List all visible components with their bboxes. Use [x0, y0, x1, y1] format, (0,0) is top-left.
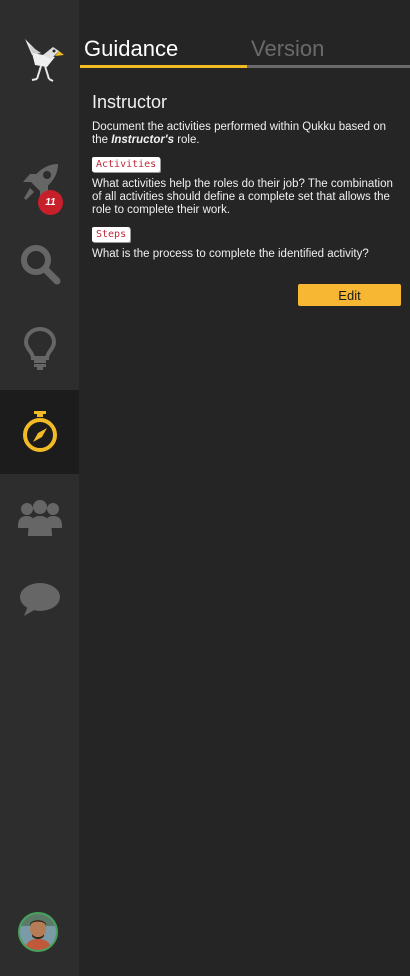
compass-icon [22, 411, 57, 452]
sidebar: 11 [0, 0, 79, 976]
users-icon [17, 500, 62, 536]
sidebar-item-chat[interactable] [0, 558, 79, 642]
tab-version[interactable]: Version [247, 34, 410, 68]
sidebar-item-guidance[interactable] [0, 390, 79, 474]
tab-bar: Guidance Version [80, 34, 410, 68]
user-avatar-icon [20, 914, 56, 950]
activities-text: What activities help the roles do their … [92, 178, 393, 216]
avatar[interactable] [18, 912, 58, 952]
steps-tag: Steps [92, 227, 131, 242]
roadrunner-logo-icon[interactable] [0, 20, 79, 100]
page-title: Instructor [92, 92, 168, 112]
activities-tag: Activities [92, 157, 161, 172]
tab-guidance[interactable]: Guidance [80, 34, 247, 68]
edit-button[interactable]: Edit [298, 284, 401, 306]
intro-text: Document the activities performed within… [92, 121, 402, 147]
search-icon [20, 245, 60, 285]
guidance-panel: Instructor Document the activities perfo… [92, 88, 402, 261]
notification-badge: 11 [38, 190, 63, 215]
sidebar-item-ideas[interactable] [0, 306, 79, 390]
intro-suffix: role. [174, 134, 200, 146]
sidebar-item-search[interactable] [0, 222, 79, 306]
sidebar-item-team[interactable] [0, 476, 79, 560]
lightbulb-icon [23, 326, 56, 370]
chat-bubble-icon [19, 583, 60, 616]
sidebar-item-rocket[interactable] [0, 140, 79, 224]
intro-role: Instructor's [111, 134, 174, 146]
steps-text: What is the process to complete the iden… [92, 248, 369, 260]
